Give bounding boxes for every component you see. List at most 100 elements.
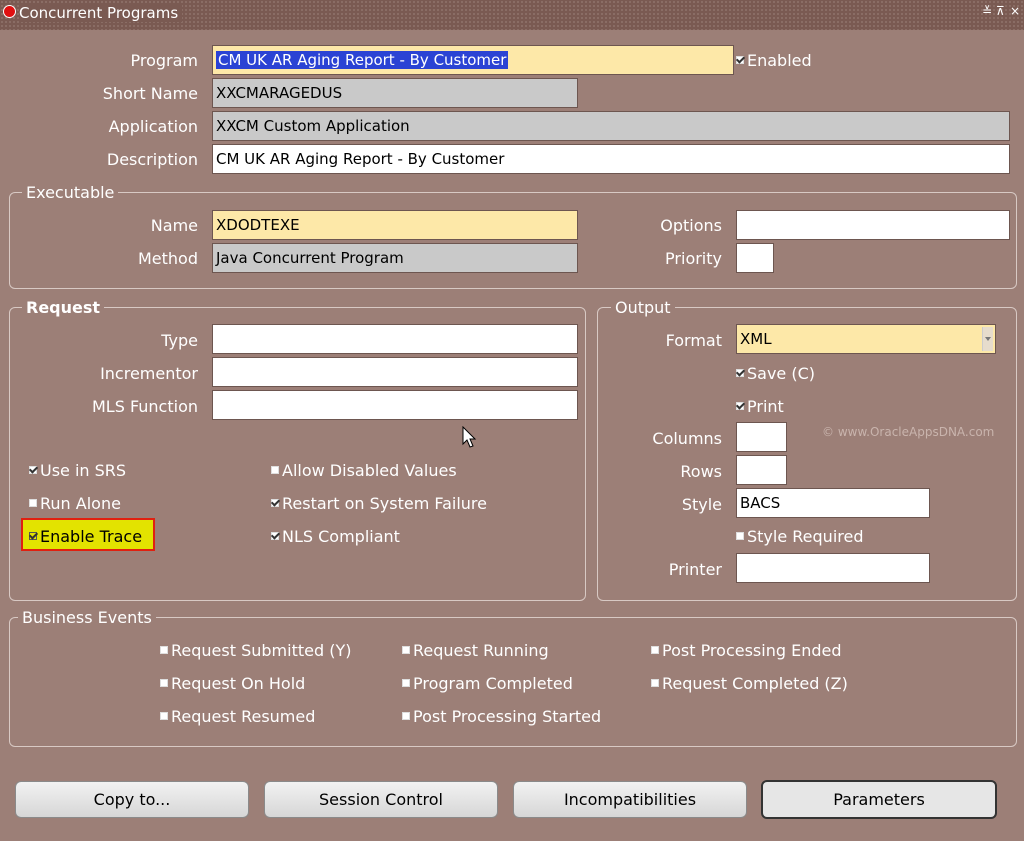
- checkbox-icon: [271, 466, 279, 474]
- options-label: Options: [660, 216, 722, 235]
- request-submitted-label: Request Submitted (Y): [171, 641, 352, 660]
- save-label: Save (C): [747, 364, 816, 383]
- checkbox-icon: [29, 499, 37, 507]
- short-name-label: Short Name: [102, 84, 198, 103]
- nls-compliant-checkbox[interactable]: NLS Compliant: [271, 527, 400, 546]
- restart-on-system-failure-label: Restart on System Failure: [282, 494, 487, 513]
- printer-field[interactable]: [736, 553, 930, 583]
- post-processing-ended-checkbox[interactable]: Post Processing Ended: [651, 641, 842, 660]
- enabled-checkbox[interactable]: Enabled: [736, 51, 812, 70]
- watermark-text: © www.OracleAppsDNA.com: [822, 425, 995, 439]
- executable-group-title: Executable: [22, 183, 119, 202]
- oracle-icon: [3, 5, 16, 18]
- request-group-title: Request: [22, 298, 105, 317]
- window-titlebar[interactable]: Concurrent Programs ≚ ⊼ ×: [0, 0, 1024, 30]
- minimize-icon[interactable]: ≚: [982, 4, 992, 18]
- checkbox-icon: [736, 369, 744, 377]
- options-field[interactable]: [736, 210, 1010, 240]
- run-alone-checkbox[interactable]: Run Alone: [29, 494, 121, 513]
- columns-field[interactable]: [736, 422, 787, 452]
- session-control-button[interactable]: Session Control: [264, 781, 498, 818]
- format-value: XML: [740, 330, 772, 348]
- method-field[interactable]: Java Concurrent Program: [212, 243, 578, 273]
- close-icon[interactable]: ×: [1010, 4, 1020, 18]
- business-events-group-title: Business Events: [18, 608, 156, 627]
- request-completed-checkbox[interactable]: Request Completed (Z): [651, 674, 848, 693]
- priority-label: Priority: [665, 249, 722, 268]
- type-field[interactable]: [212, 324, 578, 354]
- maximize-icon[interactable]: ⊼: [996, 4, 1005, 18]
- enable-trace-checkbox[interactable]: Enable Trace: [29, 527, 142, 546]
- columns-label: Columns: [652, 429, 722, 448]
- incompatibilities-button[interactable]: Incompatibilities: [513, 781, 747, 818]
- style-label: Style: [681, 495, 722, 514]
- mouse-cursor-icon: [462, 426, 477, 448]
- checkbox-icon: [736, 532, 744, 540]
- enable-trace-label: Enable Trace: [40, 527, 143, 546]
- mls-function-label: MLS Function: [91, 397, 198, 416]
- request-running-checkbox[interactable]: Request Running: [402, 641, 549, 660]
- program-value: CM UK AR Aging Report - By Customer: [216, 51, 509, 69]
- checkbox-icon: [402, 679, 410, 687]
- save-checkbox[interactable]: Save (C): [736, 364, 815, 383]
- program-completed-label: Program Completed: [413, 674, 573, 693]
- request-submitted-checkbox[interactable]: Request Submitted (Y): [160, 641, 351, 660]
- application-label: Application: [108, 117, 198, 136]
- checkbox-icon: [651, 679, 659, 687]
- checkbox-icon: [402, 646, 410, 654]
- post-processing-ended-label: Post Processing Ended: [662, 641, 842, 660]
- type-label: Type: [161, 331, 198, 350]
- checkbox-icon: [271, 499, 279, 507]
- request-on-hold-checkbox[interactable]: Request On Hold: [160, 674, 305, 693]
- checkbox-icon: [160, 679, 168, 687]
- restart-on-system-failure-checkbox[interactable]: Restart on System Failure: [271, 494, 487, 513]
- checkbox-icon: [736, 402, 744, 410]
- application-field[interactable]: XXCM Custom Application: [212, 111, 1010, 141]
- print-label: Print: [747, 397, 784, 416]
- checkbox-icon: [29, 532, 37, 540]
- checkbox-icon: [271, 532, 279, 540]
- program-label: Program: [130, 51, 198, 70]
- allow-disabled-values-label: Allow Disabled Values: [282, 461, 457, 480]
- enabled-label: Enabled: [747, 51, 812, 70]
- priority-field[interactable]: [736, 243, 774, 273]
- executable-name-field[interactable]: XDODTEXE: [212, 210, 578, 240]
- request-resumed-checkbox[interactable]: Request Resumed: [160, 707, 315, 726]
- request-on-hold-label: Request On Hold: [171, 674, 306, 693]
- post-processing-started-checkbox[interactable]: Post Processing Started: [402, 707, 601, 726]
- rows-label: Rows: [680, 462, 722, 481]
- use-in-srs-checkbox[interactable]: Use in SRS: [29, 461, 126, 480]
- dropdown-arrow-icon[interactable]: [982, 327, 993, 351]
- allow-disabled-values-checkbox[interactable]: Allow Disabled Values: [271, 461, 457, 480]
- request-resumed-label: Request Resumed: [171, 707, 316, 726]
- description-label: Description: [106, 150, 198, 169]
- format-label: Format: [665, 331, 722, 350]
- use-in-srs-label: Use in SRS: [40, 461, 127, 480]
- rows-field[interactable]: [736, 455, 787, 485]
- executable-name-label: Name: [150, 216, 198, 235]
- printer-label: Printer: [668, 560, 722, 579]
- checkbox-icon: [29, 466, 37, 474]
- method-label: Method: [137, 249, 198, 268]
- checkbox-icon: [736, 56, 744, 64]
- checkbox-icon: [160, 646, 168, 654]
- copy-to-button[interactable]: Copy to...: [15, 781, 249, 818]
- mls-function-field[interactable]: [212, 390, 578, 420]
- nls-compliant-label: NLS Compliant: [282, 527, 400, 546]
- output-group-title: Output: [611, 298, 675, 317]
- style-field[interactable]: BACS: [736, 488, 930, 518]
- description-field[interactable]: CM UK AR Aging Report - By Customer: [212, 144, 1010, 174]
- parameters-button[interactable]: Parameters: [761, 780, 997, 819]
- program-field[interactable]: CM UK AR Aging Report - By Customer: [212, 45, 734, 75]
- print-checkbox[interactable]: Print: [736, 397, 784, 416]
- request-completed-label: Request Completed (Z): [662, 674, 848, 693]
- incrementor-field[interactable]: [212, 357, 578, 387]
- format-select[interactable]: XML: [736, 324, 996, 354]
- checkbox-icon: [160, 712, 168, 720]
- style-required-label: Style Required: [747, 527, 864, 546]
- request-running-label: Request Running: [413, 641, 549, 660]
- checkbox-icon: [651, 646, 659, 654]
- program-completed-checkbox[interactable]: Program Completed: [402, 674, 573, 693]
- short-name-field[interactable]: XXCMARAGEDUS: [212, 78, 578, 108]
- style-required-checkbox[interactable]: Style Required: [736, 527, 863, 546]
